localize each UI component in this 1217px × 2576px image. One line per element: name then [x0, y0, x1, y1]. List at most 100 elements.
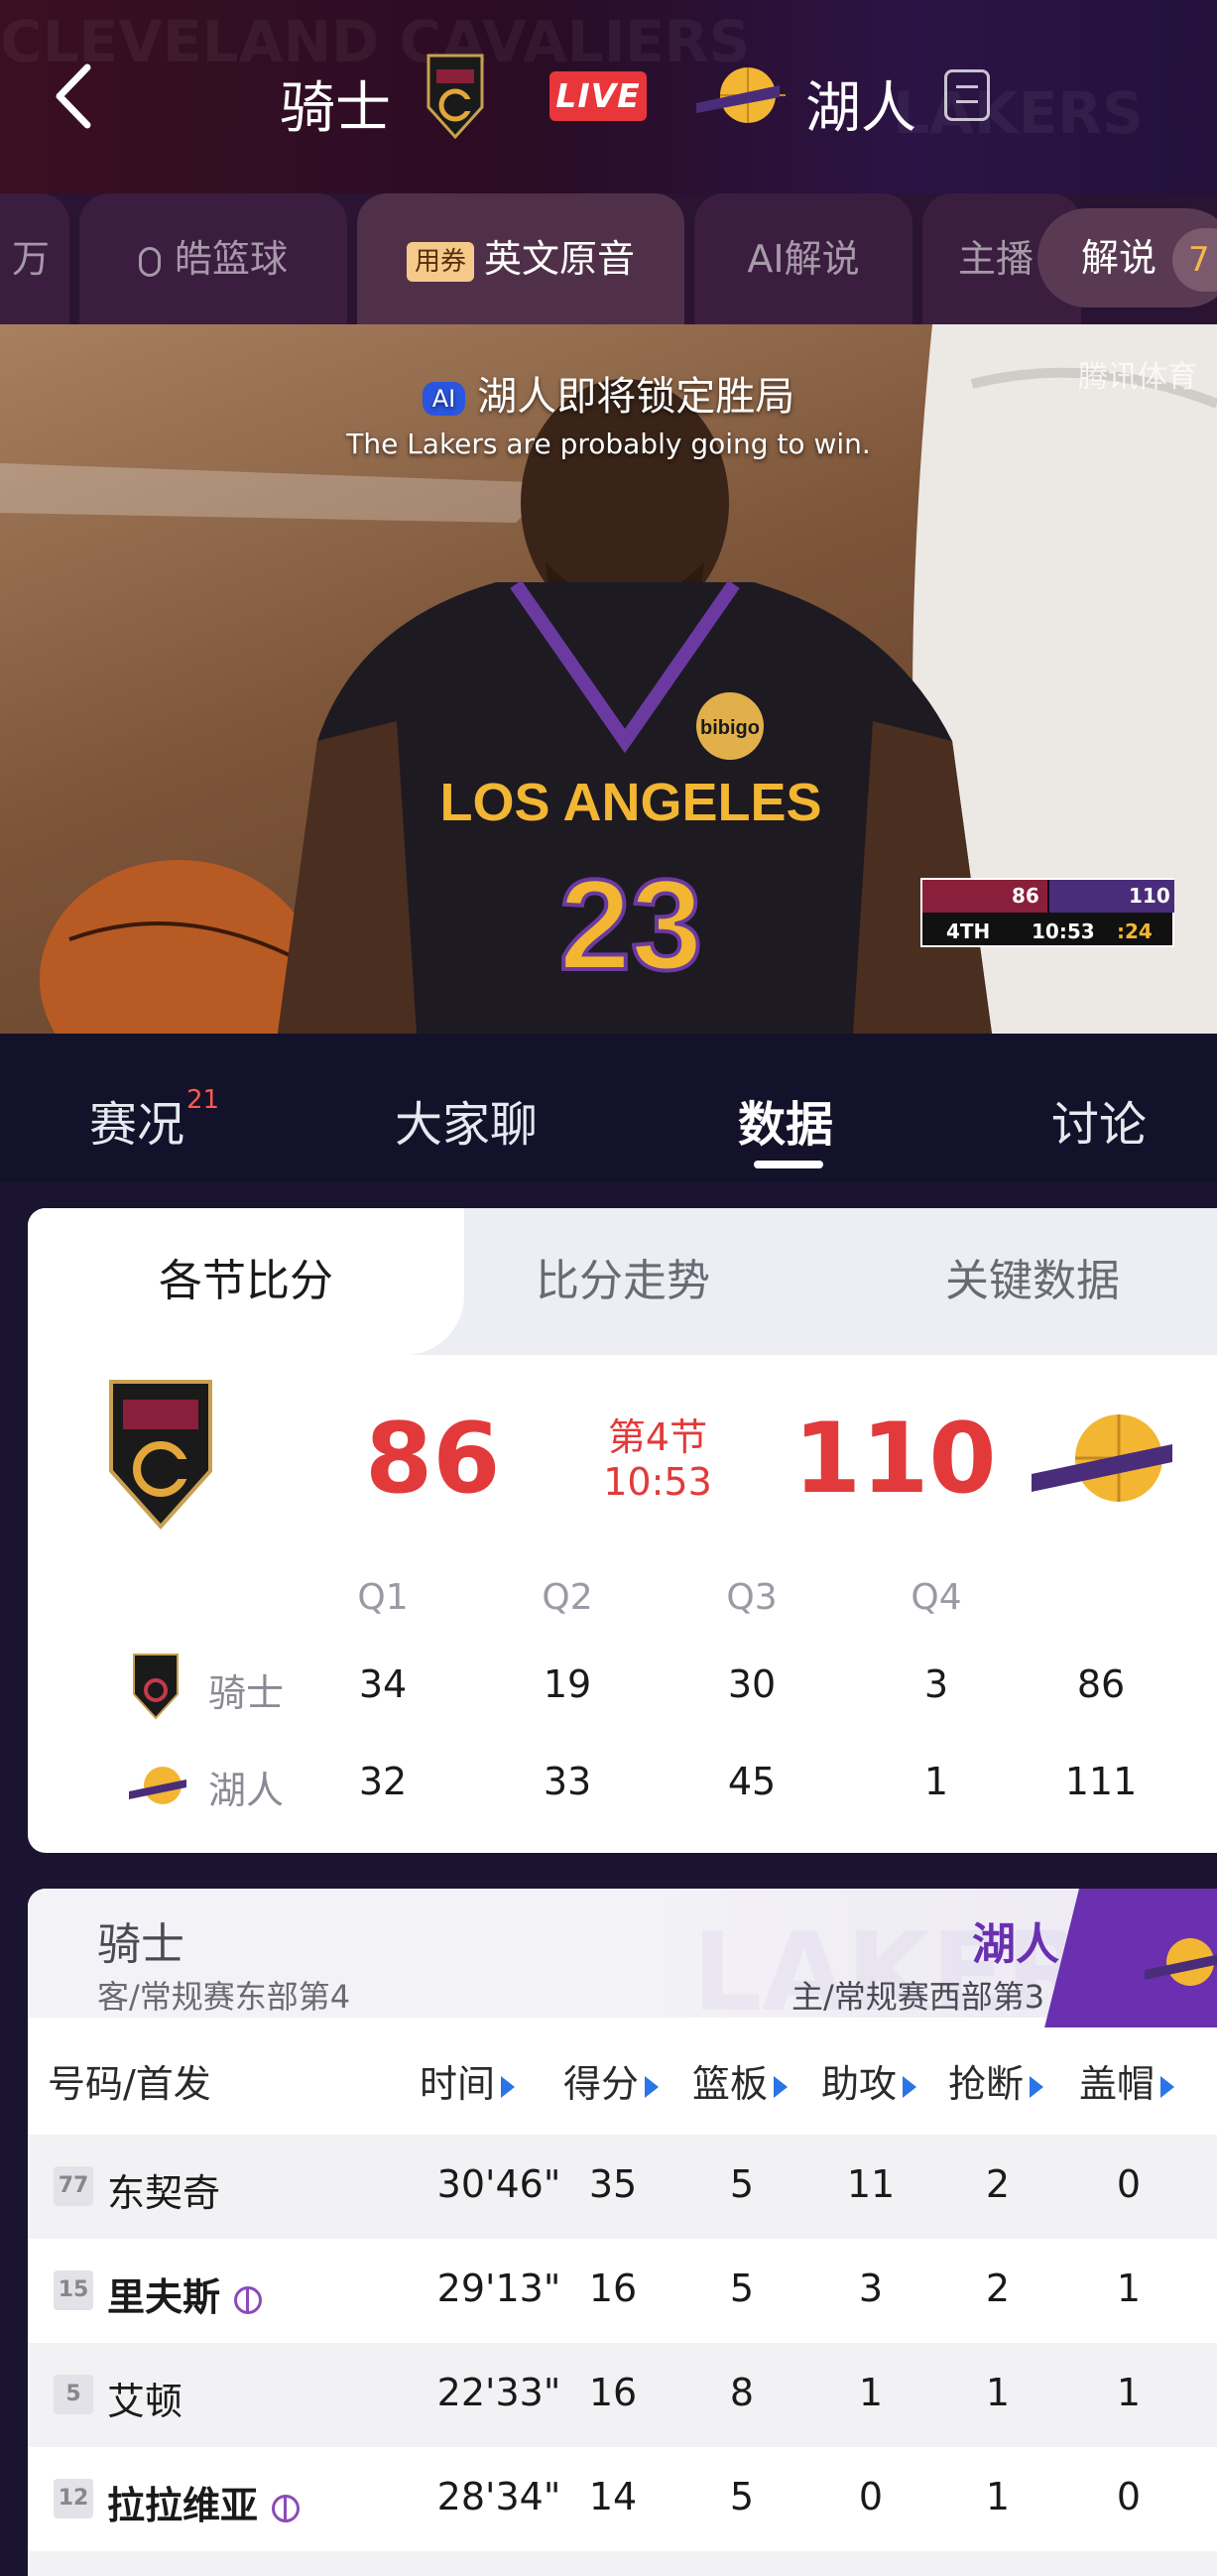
channel-item-haolanqiu[interactable]: 皓篮球 [79, 193, 347, 324]
cavaliers-small-logo-icon [131, 1651, 181, 1720]
stat-steals: 1 [985, 2371, 1011, 2414]
ai-caption: AI 湖人即将锁定胜局 The Lakers are probably going… [0, 364, 1217, 460]
sort-arrow-icon [774, 2075, 789, 2098]
stat-rebounds: 5 [729, 2162, 755, 2206]
stat-points: 14 [588, 2475, 638, 2518]
col-header-q3: Q3 [726, 1577, 778, 1618]
subtab-score-trend[interactable]: 比分走势 [536, 1208, 710, 1355]
team-switch-header: LAKERS 骑士 客/常规赛东部第4 湖人 主/常规赛西部第3 [28, 1889, 1217, 2035]
stat-assists: 1 [858, 2371, 884, 2414]
sort-arrow-icon [1030, 2075, 1044, 2098]
stat-rebounds: 5 [729, 2267, 755, 2310]
cavaliers-large-logo-icon [105, 1372, 216, 1533]
stats-column-headers: 号码/首发 时间 得分 篮板 助攻 抢断 盖帽 [28, 2018, 1217, 2135]
col-header-rebounds[interactable]: 篮板 [692, 2053, 789, 2108]
scorebug-away: 86 [922, 880, 1047, 913]
stream-channel-bar: 万 皓篮球 用券 英文原音 AI解说 主播 解说 7 [0, 193, 1217, 324]
tab-label: 数据 [738, 1097, 834, 1153]
channel-label: 皓篮球 [174, 237, 288, 281]
score-total: 86 [1076, 1662, 1126, 1706]
stat-assists: 11 [846, 2162, 896, 2206]
score-cell: 3 [923, 1662, 949, 1706]
stat-blocks: 1 [1116, 2267, 1142, 2310]
stat-blocks: 0 [1116, 2162, 1142, 2206]
col-header-q4: Q4 [911, 1577, 962, 1618]
scorebug-away-score: 86 [1012, 884, 1039, 908]
stat-blocks: 0 [1116, 2475, 1142, 2518]
row-team-away: 骑士 [208, 1671, 285, 1715]
player-name-cell: 里夫斯 [107, 2267, 263, 2321]
coupon-badge: 用券 [406, 241, 474, 282]
player-name: 里夫斯 [107, 2275, 221, 2319]
player-row-partial[interactable] [28, 2551, 1217, 2576]
back-button[interactable] [52, 61, 97, 131]
header-watermark-lakers: LAKERS [893, 79, 1144, 147]
stat-points: 16 [588, 2267, 638, 2310]
channel-item-ai-commentary[interactable]: AI解说 [694, 193, 913, 324]
channel-item-partial[interactable]: 万 [0, 193, 69, 324]
jersey-number-badge: 15 [54, 2270, 93, 2310]
sponsor-patch: bibigo [700, 717, 760, 739]
col-label: 时间 [420, 2062, 496, 2106]
col-header-steals[interactable]: 抢断 [948, 2053, 1044, 2108]
sort-arrow-icon [903, 2075, 917, 2098]
col-header-player: 号码/首发 [48, 2062, 211, 2106]
quarter-score-card: 各节比分 比分走势 关键数据 86 第4节 10:53 110 Q1 Q2 Q3… [28, 1208, 1217, 1853]
score-cell: 19 [543, 1662, 592, 1706]
home-team-info: 主/常规赛西部第3 [791, 1978, 1045, 2016]
channel-label: 万 [11, 237, 50, 281]
scorebug-quarter: 4TH [946, 920, 991, 943]
home-team-tab[interactable]: 湖人 [972, 1908, 1059, 1972]
col-label: 篮板 [692, 2062, 769, 2106]
home-team-name: 湖人 [805, 76, 916, 141]
tab-label: 赛况 [89, 1097, 185, 1153]
tab-badge: 21 [186, 1085, 220, 1115]
lakers-logo-icon [694, 63, 786, 127]
tab-stats[interactable]: 数据 [738, 1085, 833, 1155]
lakers-large-logo-icon [1030, 1409, 1178, 1508]
col-header-time[interactable]: 时间 [420, 2053, 516, 2108]
microphone-icon [138, 246, 161, 277]
player-row[interactable]: 5 艾顿 22'33" 16 8 1 1 1 [28, 2343, 1217, 2447]
col-header-points[interactable]: 得分 [563, 2053, 660, 2108]
caption-chinese: 湖人即将锁定胜局 [477, 374, 795, 420]
player-name: 拉拉维亚 [107, 2484, 259, 2527]
stat-time: 29'13" [436, 2267, 561, 2310]
player-name-cell: 拉拉维亚 [107, 2475, 301, 2529]
col-label: 抢断 [948, 2062, 1025, 2106]
subtab-quarter-scores[interactable]: 各节比分 [28, 1208, 464, 1355]
scorebug-shot-clock: :24 [1117, 920, 1153, 943]
commentary-label: 解说 [1081, 236, 1157, 280]
col-header-assists[interactable]: 助攻 [821, 2053, 917, 2108]
lakers-tab-logo-icon [1143, 1934, 1217, 1990]
player-name: 东契奇 [107, 2171, 221, 2215]
tab-label: 大家聊 [395, 1097, 539, 1153]
player-row[interactable]: 77 东契奇 30'46" 35 5 11 2 0 [28, 2135, 1217, 2239]
score-cell: 34 [358, 1662, 408, 1706]
away-team-tab[interactable]: 骑士 [97, 1908, 184, 1972]
video-player[interactable]: LOS ANGELES 23 bibigo 腾讯体育 AI 湖人即将锁定胜局 Th… [0, 324, 1217, 1034]
stat-time: 22'33" [436, 2371, 561, 2414]
sort-arrow-icon [645, 2075, 660, 2098]
player-name: 艾顿 [107, 2380, 183, 2423]
stat-points: 35 [588, 2162, 638, 2206]
game-clock: 10:53 [603, 1460, 712, 1504]
exit-icon[interactable] [944, 69, 990, 121]
player-row[interactable]: 15 里夫斯 29'13" 16 5 3 2 1 [28, 2239, 1217, 2343]
broadcast-scorebug: 86 110 4TH 10:53 :24 [920, 878, 1174, 947]
stat-steals: 2 [985, 2162, 1011, 2206]
channel-item-english-audio[interactable]: 用券 英文原音 [357, 193, 684, 324]
tab-label: 讨论 [1051, 1097, 1148, 1153]
row-team-home: 湖人 [208, 1769, 285, 1812]
tab-game-status[interactable]: 赛况21 [89, 1085, 219, 1155]
tab-chat[interactable]: 大家聊 [395, 1085, 538, 1155]
chevron-left-icon [56, 63, 91, 129]
stat-points: 16 [588, 2371, 638, 2414]
away-team-info: 客/常规赛东部第4 [97, 1978, 351, 2016]
col-header-blocks[interactable]: 盖帽 [1079, 2053, 1175, 2108]
commentary-button[interactable]: 解说 7 [1037, 208, 1217, 307]
player-row[interactable]: 12 拉拉维亚 28'34" 14 5 0 1 0 [28, 2447, 1217, 2551]
scorebug-clock: 10:53 [1032, 920, 1095, 943]
tab-discussion[interactable]: 讨论 [1051, 1085, 1147, 1155]
subtab-key-stats[interactable]: 关键数据 [945, 1208, 1120, 1355]
